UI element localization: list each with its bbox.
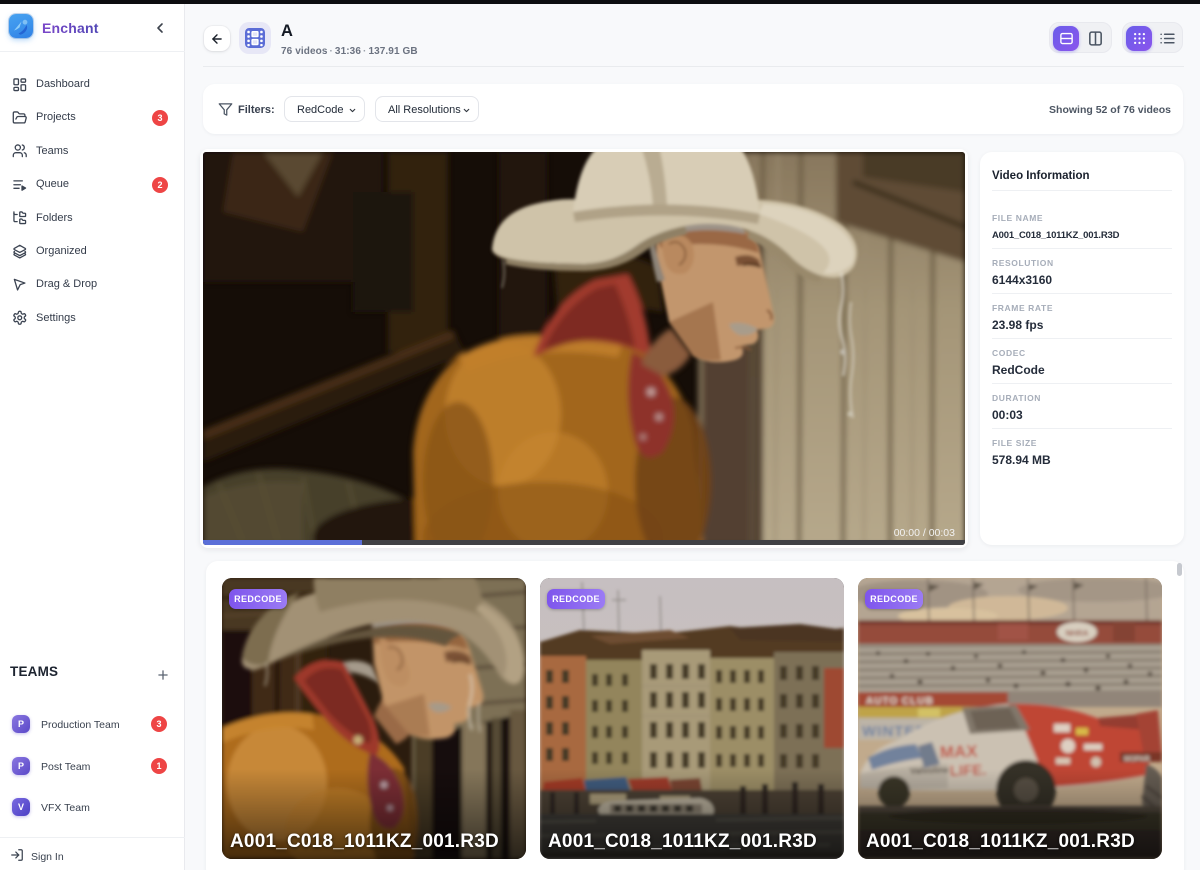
svg-text:00:00 / 00:03: 00:00 / 00:03 <box>894 527 955 539</box>
